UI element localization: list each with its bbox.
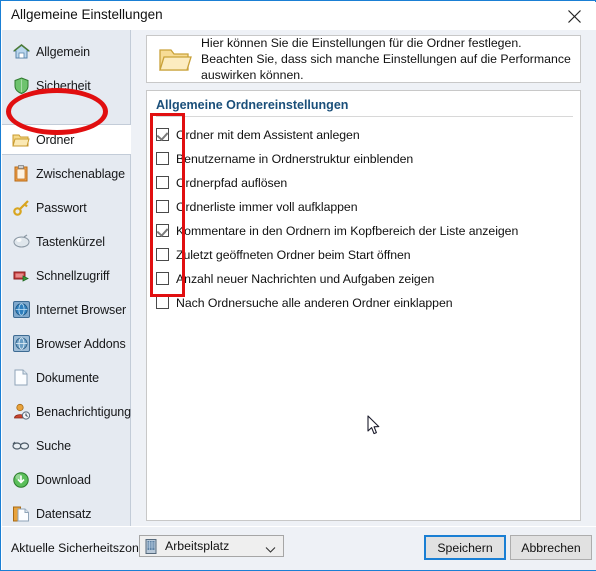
home-icon bbox=[12, 43, 30, 61]
sidebar-item-label: Suche bbox=[36, 438, 71, 453]
save-button[interactable]: Speichern bbox=[424, 535, 506, 560]
sidebar-item-schnellzugriff[interactable]: Schnellzugriff bbox=[2, 260, 131, 291]
sidebar-item-label: Schnellzugriff bbox=[36, 268, 110, 283]
info-box: Hier können Sie die Einstellungen für di… bbox=[146, 35, 581, 83]
checkbox-label: Ordnerliste immer voll aufklappen bbox=[176, 199, 358, 214]
checkbox-row[interactable]: Zuletzt geöffneten Ordner beim Start öff… bbox=[147, 243, 582, 266]
record-icon bbox=[12, 505, 30, 523]
computer-icon bbox=[144, 538, 159, 554]
download-icon bbox=[12, 471, 30, 489]
checkbox-label: Ordner mit dem Assistent anlegen bbox=[176, 127, 360, 142]
sidebar-item-label: Allgemein bbox=[36, 44, 90, 59]
settings-dialog: Allgemeine Einstellungen Allgemein Siche… bbox=[0, 0, 596, 571]
security-zone-value: Arbeitsplatz bbox=[165, 539, 230, 553]
checkbox-label: Nach Ordnersuche alle anderen Ordner ein… bbox=[176, 295, 453, 310]
security-zone-select[interactable]: Arbeitsplatz bbox=[139, 535, 284, 557]
sidebar-item-datensatz[interactable]: Datensatz bbox=[2, 498, 131, 529]
addons-icon bbox=[12, 335, 30, 353]
sidebar-item-download[interactable]: Download bbox=[2, 464, 131, 495]
checkbox-label: Anzahl neuer Nachrichten und Aufgaben ze… bbox=[176, 271, 435, 286]
cancel-button[interactable]: Abbrechen bbox=[510, 535, 592, 560]
sidebar-item-tastenkuerzel[interactable]: Tastenkürzel bbox=[2, 226, 131, 257]
info-text: Hier können Sie die Einstellungen für di… bbox=[201, 36, 571, 82]
checkbox-label: Ordnerpfad auflösen bbox=[176, 175, 288, 190]
checkbox-row[interactable]: Benutzername in Ordnerstruktur einblende… bbox=[147, 147, 582, 170]
sidebar-item-label: Internet Browser bbox=[36, 302, 127, 317]
key-icon bbox=[12, 199, 30, 217]
sidebar-item-label: Download bbox=[36, 472, 91, 487]
clipboard-icon bbox=[12, 165, 30, 183]
sidebar-item-label: Zwischenablage bbox=[36, 166, 125, 181]
checkbox-row[interactable]: Kommentare in den Ordnern im Kopfbereich… bbox=[147, 219, 582, 242]
sidebar-item-zwischenablage[interactable]: Zwischenablage bbox=[2, 158, 131, 189]
checkbox-row[interactable]: Anzahl neuer Nachrichten und Aufgaben ze… bbox=[147, 267, 582, 290]
checkbox-row[interactable]: Ordnerliste immer voll aufklappen bbox=[147, 195, 582, 218]
checkbox-row[interactable]: Nach Ordnersuche alle anderen Ordner ein… bbox=[147, 291, 582, 314]
checkbox-row[interactable]: Ordner mit dem Assistent anlegen bbox=[147, 123, 582, 146]
folder-icon bbox=[155, 42, 195, 76]
checkbox-label: Benutzername in Ordnerstruktur einblende… bbox=[176, 151, 414, 166]
notification-icon bbox=[12, 403, 30, 421]
sidebar-item-ordner[interactable]: Ordner bbox=[2, 124, 132, 155]
sidebar-item-label: Passwort bbox=[36, 200, 87, 215]
sidebar-item-internet-browser[interactable]: Internet Browser bbox=[2, 294, 131, 325]
sidebar-item-sicherheit[interactable]: Sicherheit bbox=[2, 70, 131, 101]
checkbox-ordner-assistent[interactable] bbox=[156, 128, 169, 141]
checkbox-kommentare-kopfbereich[interactable] bbox=[156, 224, 169, 237]
sidebar-item-label: Dokumente bbox=[36, 370, 100, 385]
checkbox-ordnerliste-aufklappen[interactable] bbox=[156, 200, 169, 213]
main-panel: Hier können Sie die Einstellungen für di… bbox=[131, 30, 596, 526]
checkbox-zuletzt-geoeffneten-ordner[interactable] bbox=[156, 248, 169, 261]
sidebar-item-allgemein[interactable]: Allgemein bbox=[2, 36, 131, 67]
quick-access-icon bbox=[12, 267, 30, 285]
checkbox-anzahl-neuer-nachrichten[interactable] bbox=[156, 272, 169, 285]
checkbox-ordnerpfad-aufloesen[interactable] bbox=[156, 176, 169, 189]
sidebar-item-label: Tastenkürzel bbox=[36, 234, 105, 249]
sidebar-item-label: Sicherheit bbox=[36, 78, 91, 93]
group-title: Allgemeine Ordnereinstellungen bbox=[156, 98, 349, 112]
security-zone-label: Aktuelle Sicherheitszone bbox=[11, 541, 146, 555]
keyboard-icon bbox=[12, 233, 30, 251]
checkbox-nach-ordnersuche-einklappen[interactable] bbox=[156, 296, 169, 309]
checkbox-label: Zuletzt geöffneten Ordner beim Start öff… bbox=[176, 247, 411, 262]
close-button[interactable] bbox=[552, 2, 596, 30]
browser-icon bbox=[12, 301, 30, 319]
folder-icon bbox=[12, 131, 30, 149]
sidebar-item-suche[interactable]: Suche bbox=[2, 430, 131, 461]
sidebar-item-benachrichtigung[interactable]: Benachrichtigung bbox=[2, 396, 131, 427]
settings-group: Allgemeine Ordnereinstellungen Ordner mi… bbox=[146, 90, 581, 521]
group-divider bbox=[156, 116, 573, 117]
sidebar-item-passwort[interactable]: Passwort bbox=[2, 192, 131, 223]
sidebar-item-browser-addons[interactable]: Browser Addons bbox=[2, 328, 131, 359]
checkbox-benutzername-ordnerstruktur[interactable] bbox=[156, 152, 169, 165]
close-icon bbox=[567, 9, 581, 23]
sidebar-item-dokumente[interactable]: Dokumente bbox=[2, 362, 131, 393]
sidebar-item-label: Datensatz bbox=[36, 506, 92, 521]
sidebar-item-label: Browser Addons bbox=[36, 336, 126, 351]
checkbox-row[interactable]: Ordnerpfad auflösen bbox=[147, 171, 582, 194]
window-title: Allgemeine Einstellungen bbox=[11, 7, 163, 22]
search-glasses-icon bbox=[12, 437, 30, 455]
checkbox-label: Kommentare in den Ordnern im Kopfbereich… bbox=[176, 223, 519, 238]
sidebar-item-label: Benachrichtigung bbox=[36, 404, 131, 419]
sidebar: Allgemein Sicherheit Ordner Zwischenabla… bbox=[2, 30, 132, 529]
document-icon bbox=[12, 369, 30, 387]
shield-icon bbox=[12, 77, 30, 95]
sidebar-item-label: Ordner bbox=[36, 132, 75, 147]
title-bar: Allgemeine Einstellungen bbox=[2, 2, 596, 30]
footer-bar: Aktuelle Sicherheitszone Arbeitsplatz Sp… bbox=[2, 526, 596, 570]
chevron-down-icon bbox=[265, 542, 276, 553]
